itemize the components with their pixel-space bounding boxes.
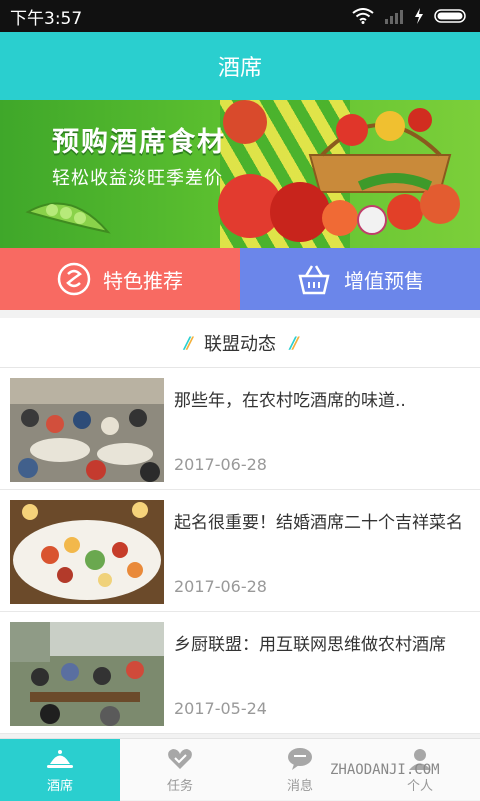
news-thumbnail — [10, 378, 164, 482]
app-header: 酒席 — [0, 32, 480, 100]
section-title: 联盟动态 — [204, 333, 276, 355]
status-bar: 下午3:57 — [0, 0, 480, 32]
tab-banquet[interactable]: 酒席 — [0, 739, 120, 801]
status-icons — [352, 8, 470, 24]
tab-banquet-label: 酒席 — [46, 778, 73, 794]
value-presale-button[interactable]: 增值预售 — [240, 248, 480, 310]
watermark-text: ZHAODANJI.COM — [330, 762, 440, 778]
status-time: 下午3:57 — [10, 8, 83, 29]
news-thumbnail — [10, 622, 164, 726]
news-title: 起名很重要！结婚酒席二十个吉祥菜名 — [174, 513, 463, 533]
page-title: 酒席 — [217, 56, 262, 81]
news-title: 那些年，在农村吃酒席的味道.. — [174, 391, 406, 411]
tab-tasks-label: 任务 — [166, 778, 193, 794]
value-presale-label: 增值预售 — [344, 268, 424, 293]
news-text: 乡厨联盟：用互联网思维做农村酒席 2017-05-24 — [174, 622, 446, 718]
featured-recommend-button[interactable]: 特色推荐 — [0, 248, 240, 310]
tab-messages-label: 消息 — [286, 778, 313, 794]
chat-icon — [288, 747, 312, 770]
section-decor-left: // — [184, 333, 193, 352]
battery-icon — [434, 9, 466, 23]
news-date: 2017-06-28 — [174, 577, 267, 596]
news-title: 乡厨联盟：用互联网思维做农村酒席 — [174, 635, 446, 655]
news-item[interactable]: 乡厨联盟：用互联网思维做农村酒席 2017-05-24 — [0, 612, 480, 734]
section-header: // 联盟动态 // — [0, 318, 480, 368]
news-text: 那些年，在农村吃酒席的味道.. 2017-06-28 — [174, 378, 406, 474]
promo-banner[interactable]: 预购酒席食材 轻松收益淡旺季差价 — [0, 100, 480, 248]
news-list: 那些年，在农村吃酒席的味道.. 2017-06-28 起名很重要！结婚酒席二十个… — [0, 368, 480, 734]
category-row: 特色推荐 增值预售 — [0, 248, 480, 310]
section-decor-right: // — [290, 333, 299, 352]
news-item[interactable]: 那些年，在农村吃酒席的味道.. 2017-06-28 — [0, 368, 480, 490]
dome-icon — [47, 749, 73, 768]
tab-tasks[interactable]: 任务 — [120, 739, 240, 801]
basket-icon — [298, 265, 330, 295]
news-item[interactable]: 起名很重要！结婚酒席二十个吉祥菜名 2017-06-28 — [0, 490, 480, 612]
news-text: 起名很重要！结婚酒席二十个吉祥菜名 2017-06-28 — [174, 500, 463, 596]
signal-icon — [385, 10, 403, 24]
wifi-icon — [352, 8, 374, 24]
news-thumbnail — [10, 500, 164, 604]
charging-icon — [415, 8, 423, 24]
featured-recommend-label: 特色推荐 — [103, 268, 183, 293]
vegetables-illustration — [25, 100, 460, 242]
recommend-icon — [57, 262, 91, 296]
heart-check-icon — [168, 748, 192, 769]
news-date: 2017-06-28 — [174, 455, 267, 474]
news-date: 2017-05-24 — [174, 699, 267, 718]
